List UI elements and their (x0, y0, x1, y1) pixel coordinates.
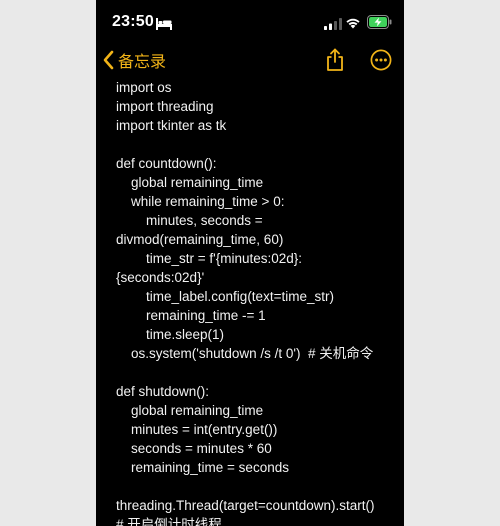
note-line: import tkinter as tk (116, 118, 227, 133)
note-line: time_label.config(text=time_str) (116, 289, 334, 304)
note-line: os.system('shutdown /s /t 0') # 关机命令 (116, 346, 374, 361)
note-line: import os (116, 80, 172, 95)
note-line: remaining_time = seconds (116, 460, 289, 475)
signal-icon (324, 17, 342, 30)
status-bar: 23:50 (96, 0, 404, 46)
chevron-left-icon (102, 50, 114, 70)
note-line: threading.Thread(target=countdown).start… (116, 498, 375, 513)
note-line: global remaining_time (116, 175, 264, 190)
note-line: time.sleep(1) (116, 327, 225, 342)
status-time: 23:50 (112, 13, 154, 30)
more-icon[interactable] (370, 49, 392, 71)
note-line: seconds = minutes * 60 (116, 441, 272, 456)
battery-charging-icon (367, 15, 392, 29)
bed-icon (156, 17, 172, 30)
note-line: def countdown(): (116, 156, 217, 171)
note-line: # 开启倒计时线程 (116, 517, 222, 526)
note-line: divmod(remaining_time, 60) (116, 232, 284, 247)
note-line: minutes, seconds = (116, 213, 263, 228)
note-line: time_str = f'{minutes:02d}: (116, 251, 303, 266)
nav-bar: 备忘录 (96, 46, 404, 74)
note-body[interactable]: import os import threading import tkinte… (96, 78, 404, 526)
note-line: def shutdown(): (116, 384, 210, 399)
wifi-icon (345, 16, 361, 29)
note-line: {seconds:02d}' (116, 270, 205, 285)
note-line: minutes = int(entry.get()) (116, 422, 278, 437)
phone-screen: 23:50 备忘录 import os import threading imp… (96, 0, 404, 526)
note-line: while remaining_time > 0: (116, 194, 285, 209)
note-line: import threading (116, 99, 214, 114)
back-button[interactable]: 备忘录 (102, 48, 166, 72)
share-icon[interactable] (324, 48, 346, 72)
note-line: remaining_time -= 1 (116, 308, 266, 323)
back-label: 备忘录 (118, 52, 167, 71)
note-line: global remaining_time (116, 403, 264, 418)
